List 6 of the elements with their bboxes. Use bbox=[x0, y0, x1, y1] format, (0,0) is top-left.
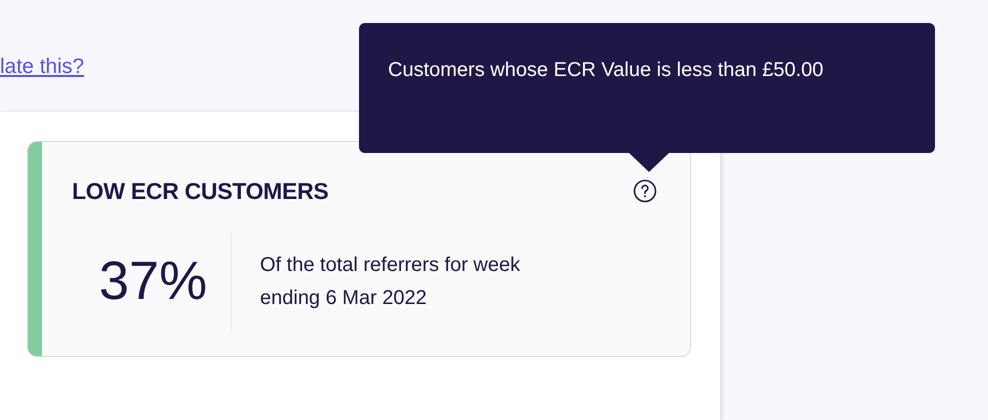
stat-value: 37% bbox=[98, 250, 208, 313]
help-link[interactable]: late this? bbox=[0, 51, 84, 83]
tooltip-text: Customers whose ECR Value is less than £50.00 bbox=[388, 58, 824, 83]
help-icon[interactable] bbox=[633, 179, 657, 204]
card-title: LOW ECR CUSTOMERS bbox=[72, 177, 328, 206]
stat-description: Of the total referrers for week ending 6 Mar 2022 bbox=[259, 252, 522, 310]
